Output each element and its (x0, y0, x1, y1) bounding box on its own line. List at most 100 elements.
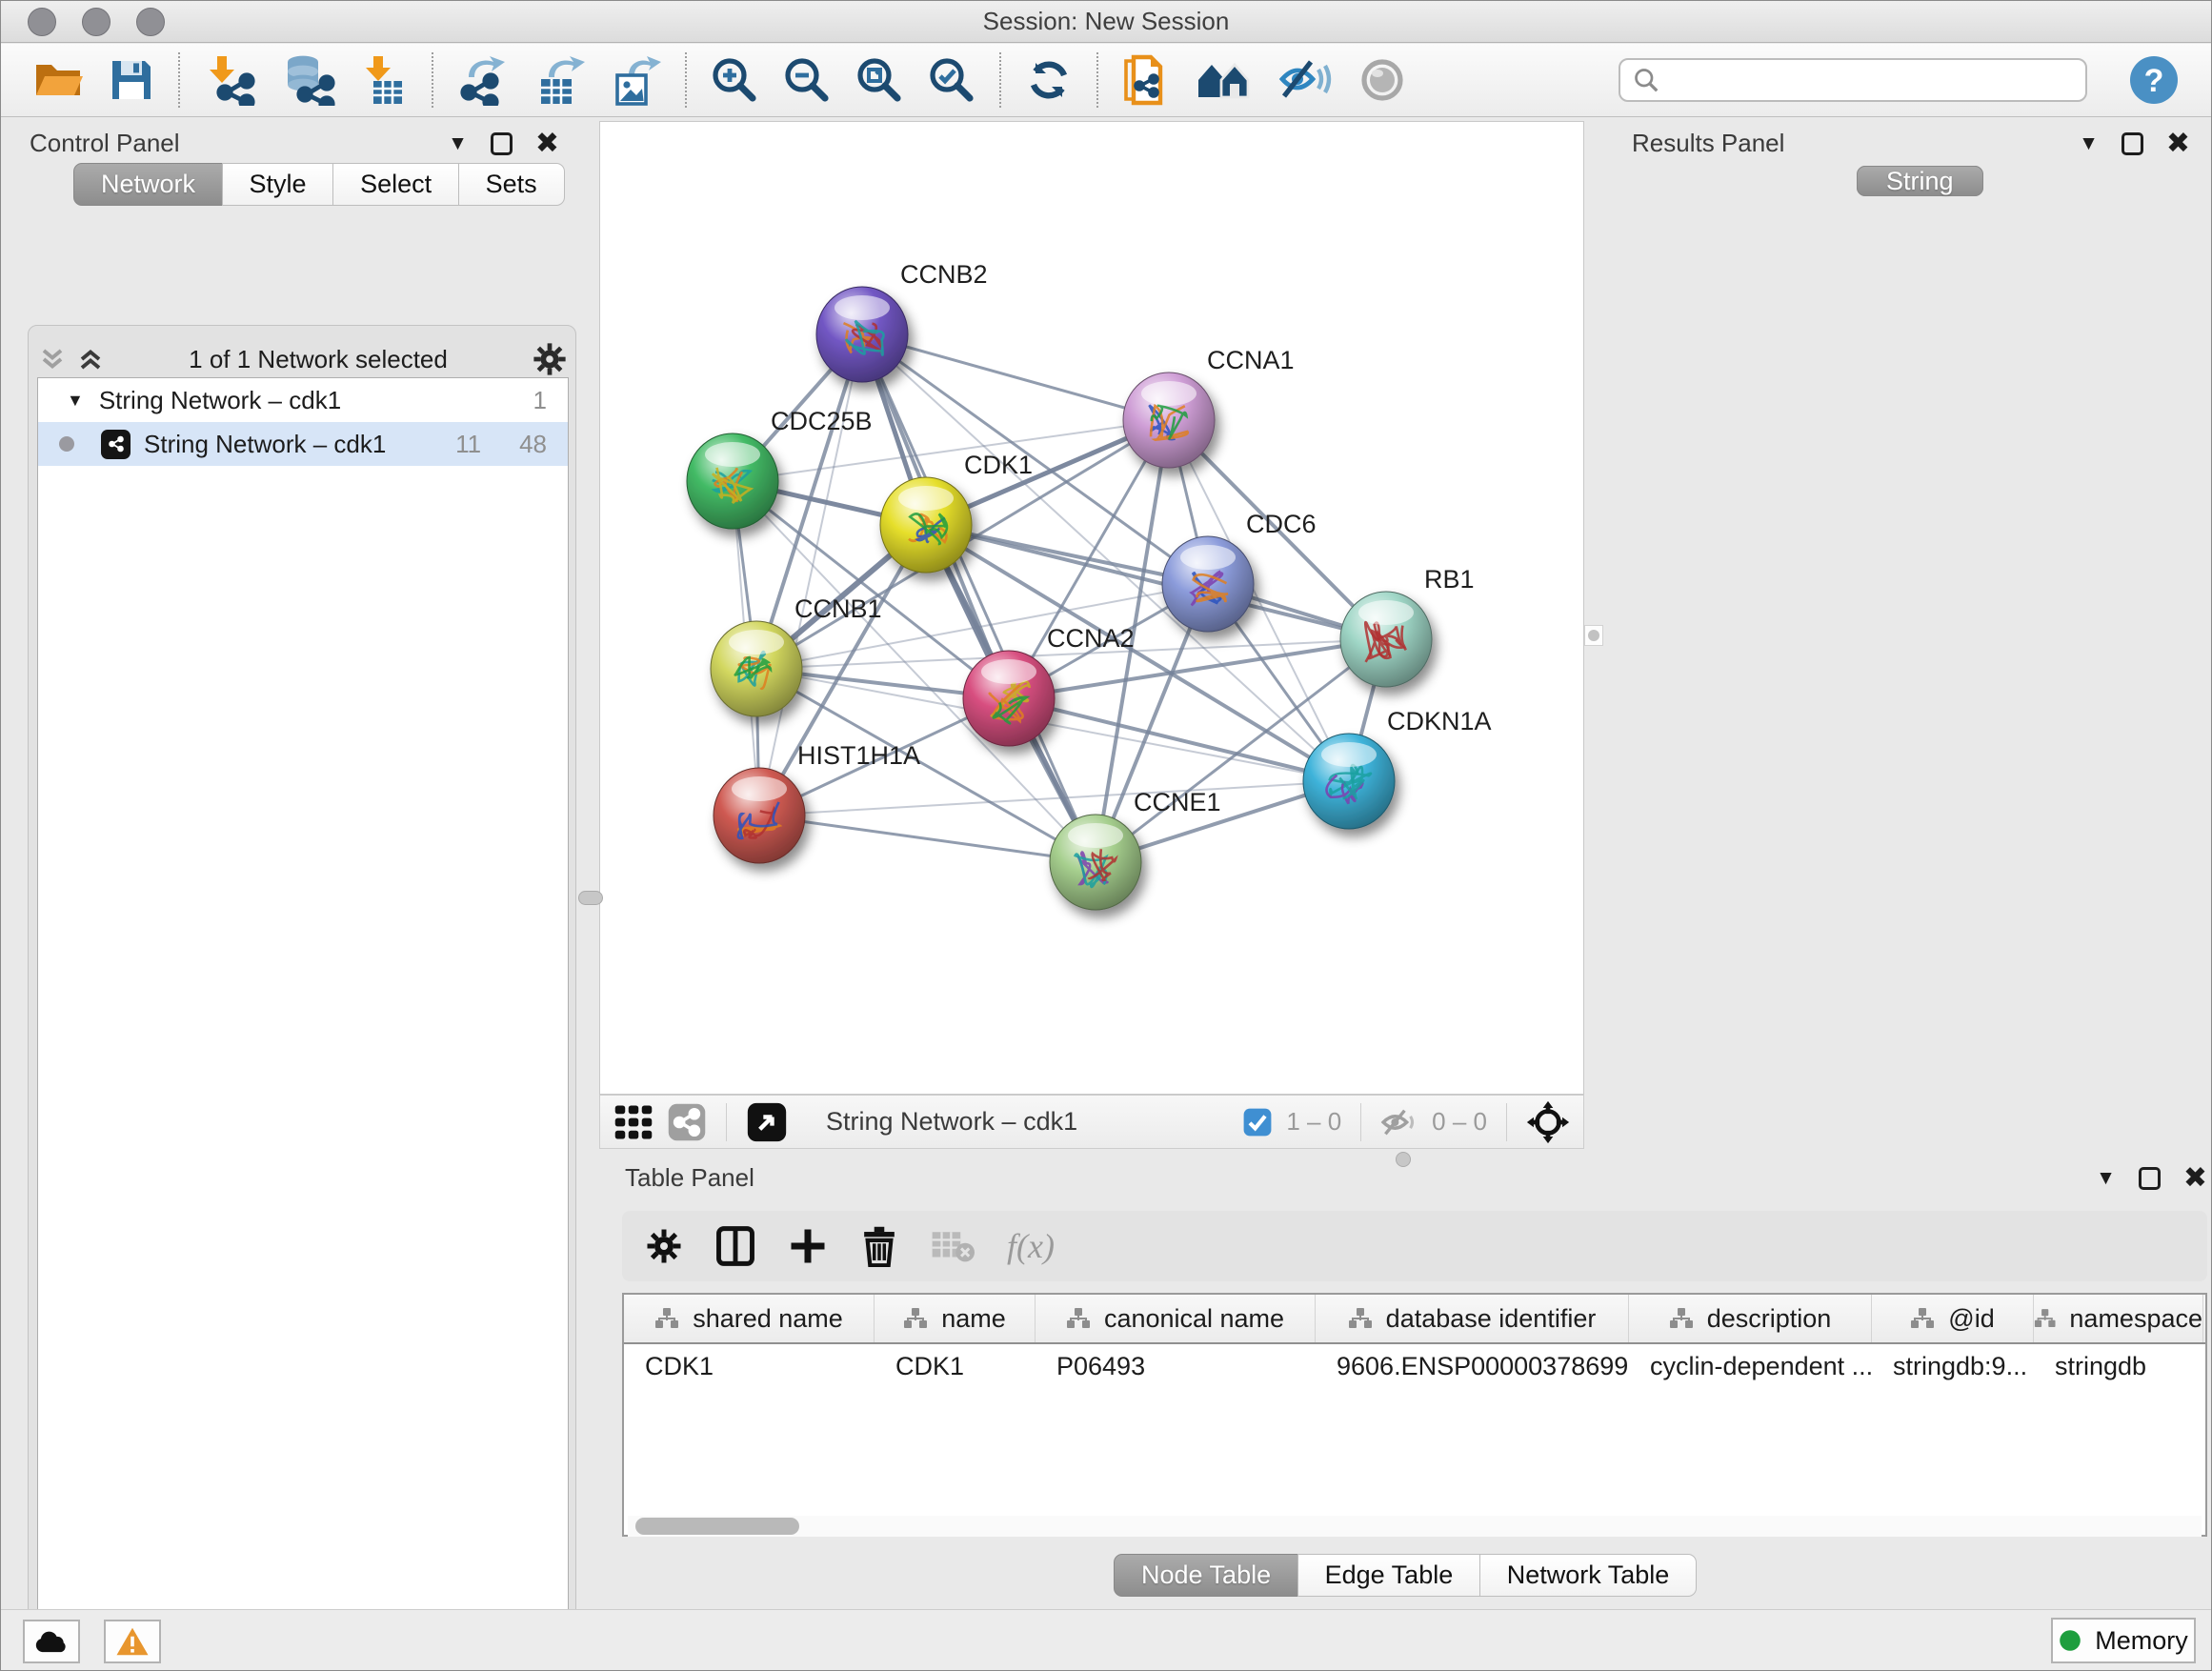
export-image-button[interactable] (597, 49, 674, 111)
tab-node-table[interactable]: Node Table (1114, 1554, 1298, 1597)
zoom-fit-button[interactable] (843, 49, 915, 111)
float-panel-icon[interactable] (2139, 1167, 2161, 1190)
network-edge[interactable] (926, 525, 1386, 639)
table-cell[interactable]: stringdb:9... (1872, 1352, 2034, 1381)
network-row[interactable]: String Network – cdk1 11 48 (38, 422, 568, 466)
network-node-CDKN1A[interactable]: CDKN1A (1303, 707, 1492, 829)
network-view-title: String Network – cdk1 (826, 1107, 1077, 1137)
float-panel-icon[interactable] (491, 132, 513, 155)
export-table-button[interactable] (521, 49, 597, 111)
title-bar: Session: New Session (1, 1, 2211, 43)
network-node-CCNA1[interactable]: CCNA1 (1123, 346, 1295, 468)
column-header-canonical-name[interactable]: canonical name (1036, 1295, 1316, 1342)
birds-eye-icon[interactable] (1526, 1100, 1570, 1144)
column-header-database-identifier[interactable]: database identifier (1316, 1295, 1629, 1342)
toolbar-separator (685, 52, 687, 108)
table-toolbar: f(x) (622, 1211, 2207, 1281)
import-table-file-button[interactable] (348, 49, 420, 111)
hidden-eye-icon[interactable] (1380, 1105, 1418, 1139)
table-cell[interactable]: P06493 (1036, 1352, 1316, 1381)
open-in-window-icon[interactable] (746, 1101, 788, 1143)
import-network-database-button[interactable] (268, 49, 348, 111)
import-network-file-button[interactable] (191, 49, 268, 111)
hide-selected-button[interactable] (1266, 49, 1346, 111)
network-node-CDC6[interactable]: CDC6 (1162, 510, 1317, 632)
table-row[interactable]: CDK1CDK1P064939606.ENSP00000378699cyclin… (624, 1344, 2205, 1389)
gear-icon[interactable] (532, 341, 568, 377)
tab-string[interactable]: String (1857, 166, 1983, 196)
column-header-namespace[interactable]: namespace (2034, 1295, 2203, 1342)
table-cell[interactable]: cyclin-dependent ... (1629, 1352, 1872, 1381)
network-canvas[interactable]: CCNB2CCNA1CDC25BCDK1CDC6RB1CCNB1CCNA2CDK… (599, 121, 1584, 1095)
splitter-handle-west[interactable] (578, 891, 603, 905)
zoom-out-button[interactable] (771, 49, 843, 111)
first-neighbors-button[interactable] (1182, 49, 1266, 111)
warning-button[interactable] (104, 1620, 161, 1663)
tree-expander-icon[interactable]: ▼ (67, 392, 84, 409)
apply-layout-button[interactable] (1013, 49, 1085, 111)
string-view-icon[interactable] (667, 1102, 707, 1142)
panel-menu-icon[interactable]: ▼ (2079, 133, 2099, 153)
tab-network-table[interactable]: Network Table (1479, 1554, 1698, 1597)
save-icon (109, 57, 154, 103)
network-node-RB1[interactable]: RB1 (1340, 565, 1475, 687)
show-graphics-button[interactable] (1346, 49, 1418, 111)
network-collection-row[interactable]: ▼ String Network – cdk1 1 (38, 378, 568, 422)
memory-button[interactable]: Memory (2051, 1618, 2196, 1663)
search-field[interactable] (1619, 58, 2087, 102)
tab-sets[interactable]: Sets (458, 163, 565, 206)
table-cell[interactable]: 9606.ENSP00000378699 (1316, 1352, 1629, 1381)
float-panel-icon[interactable] (2122, 132, 2143, 155)
delete-trash-icon[interactable] (860, 1225, 898, 1267)
grid-mode-icon[interactable] (613, 1102, 654, 1142)
tab-style[interactable]: Style (222, 163, 334, 206)
tab-edge-table[interactable]: Edge Table (1297, 1554, 1481, 1597)
add-row-icon[interactable] (788, 1226, 828, 1266)
panel-menu-icon[interactable]: ▼ (2096, 1168, 2116, 1188)
table-hscroll-thumb[interactable] (635, 1518, 799, 1535)
table-panel-title: Table Panel (625, 1163, 754, 1193)
network-edge[interactable] (862, 334, 1096, 862)
table-gear-icon[interactable] (645, 1227, 683, 1265)
close-panel-icon[interactable]: ✖ (2166, 130, 2190, 158)
table-cell[interactable]: CDK1 (624, 1352, 875, 1381)
tab-network[interactable]: Network (73, 163, 223, 206)
zoom-selected-button[interactable] (915, 49, 988, 111)
network-node-CCNA2[interactable]: CCNA2 (963, 624, 1135, 746)
splitter-handle-east[interactable] (1584, 625, 1603, 646)
network-node-HIST1H1A[interactable]: HIST1H1A (714, 741, 920, 863)
node-count: 11 (455, 430, 481, 459)
save-session-button[interactable] (96, 49, 167, 111)
network-node-CDC25B[interactable]: CDC25B (687, 407, 873, 529)
cloud-button[interactable] (23, 1620, 80, 1663)
clone-network-button[interactable] (1110, 49, 1182, 111)
expand-all-icon[interactable] (76, 345, 105, 373)
collapse-all-icon[interactable] (38, 345, 67, 373)
help-button[interactable]: ? (2116, 49, 2192, 111)
network-node-CDK1[interactable]: CDK1 (880, 451, 1033, 573)
table-hscrollbar[interactable] (628, 1516, 2202, 1537)
zoom-in-button[interactable] (698, 49, 771, 111)
add-column-icon[interactable] (715, 1225, 755, 1267)
panel-menu-icon[interactable]: ▼ (448, 133, 468, 153)
table-cell[interactable]: CDK1 (875, 1352, 1036, 1381)
search-input[interactable] (1670, 66, 2074, 95)
tab-select[interactable]: Select (332, 163, 459, 206)
column-header-shared-name[interactable]: shared name (624, 1295, 875, 1342)
network-node-CCNE1[interactable]: CCNE1 (1050, 788, 1221, 910)
column-header--id[interactable]: @id (1872, 1295, 2034, 1342)
open-session-button[interactable] (20, 49, 96, 111)
column-header-description[interactable]: description (1629, 1295, 1872, 1342)
hidden-count: 0 – 0 (1432, 1107, 1487, 1137)
selected-checkbox-icon[interactable] (1242, 1107, 1273, 1137)
application-window: Session: New Session (0, 0, 2212, 1671)
close-panel-icon[interactable]: ✖ (2183, 1164, 2207, 1193)
collection-count: 1 (533, 386, 547, 415)
close-panel-icon[interactable]: ✖ (535, 130, 559, 158)
column-header-name[interactable]: name (875, 1295, 1036, 1342)
network-edge[interactable] (759, 815, 1096, 862)
export-network-button[interactable] (445, 49, 521, 111)
network-node-CCNB1[interactable]: CCNB1 (711, 594, 882, 716)
import-database-icon (280, 54, 335, 106)
table-cell[interactable]: stringdb (2034, 1352, 2203, 1381)
